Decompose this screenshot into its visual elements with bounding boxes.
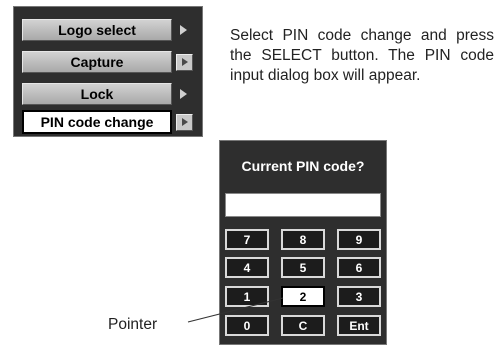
pointer-leader-line xyxy=(187,297,284,323)
pointer-label: Pointer xyxy=(108,316,158,333)
